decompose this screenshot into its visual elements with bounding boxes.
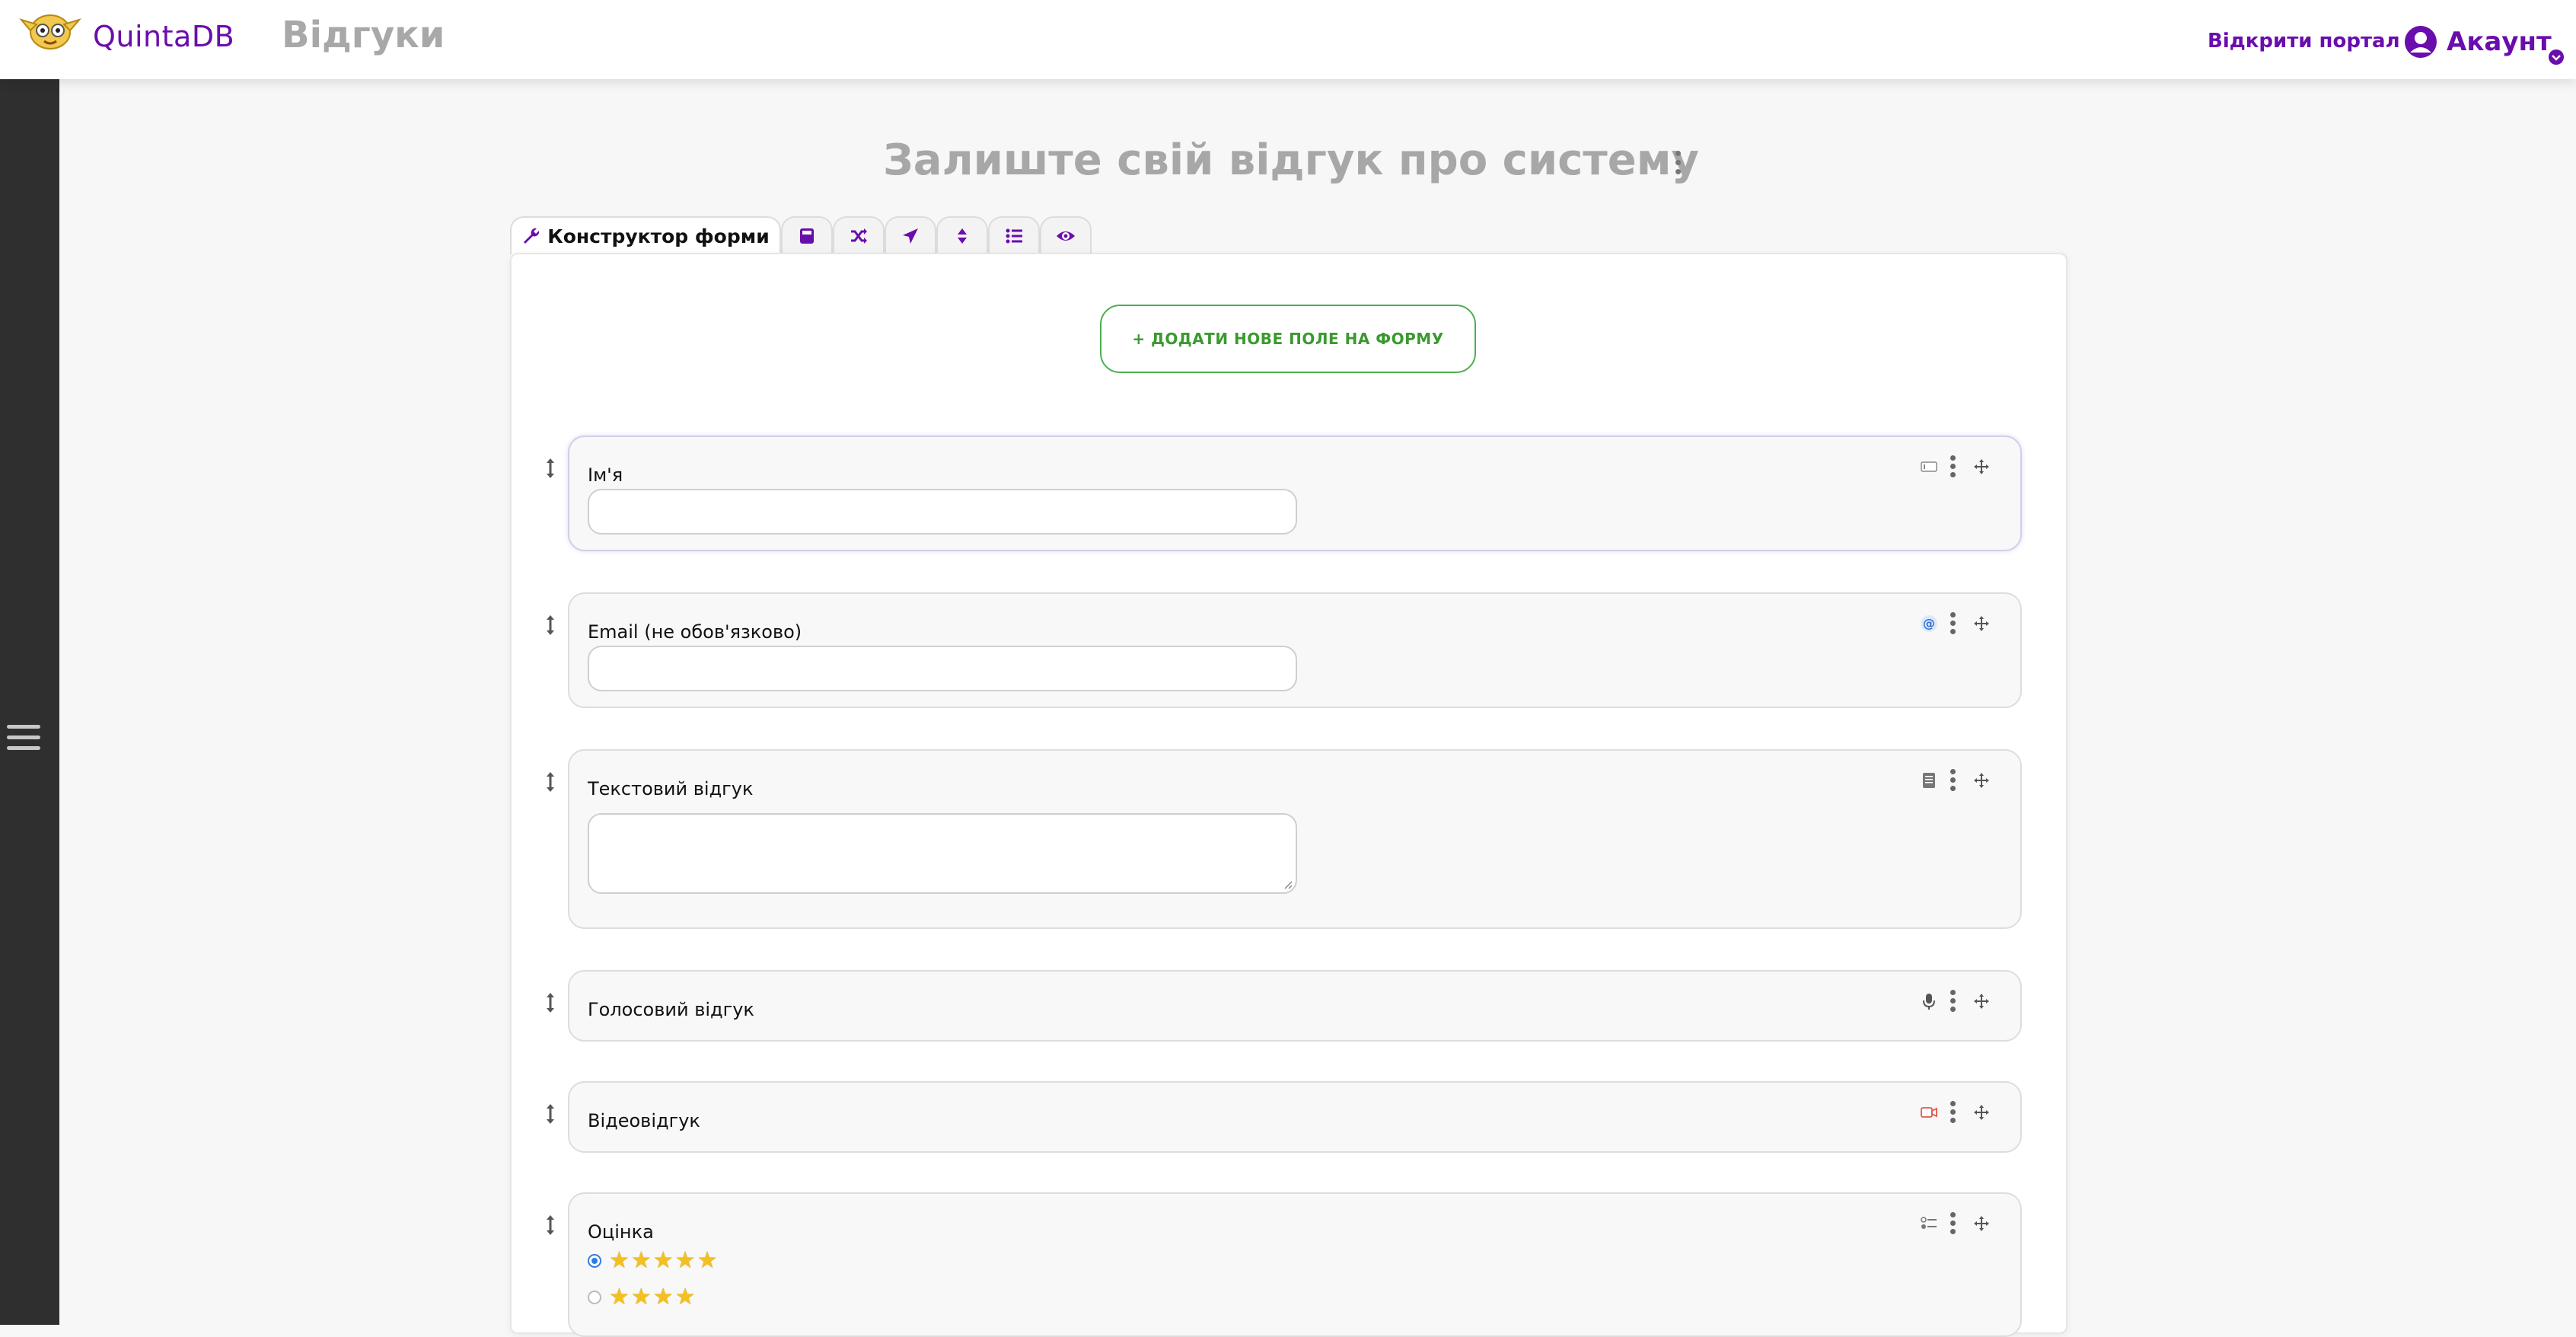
vertical-drag-handle-icon[interactable] [544, 991, 557, 1014]
field-kebab-menu-icon[interactable] [1949, 612, 1956, 635]
title-kebab-menu-icon[interactable] [1673, 151, 1682, 177]
field-label: Email (не обов'язково) [588, 621, 802, 643]
field-kebab-menu-icon[interactable] [1949, 455, 1956, 478]
rating-option[interactable]: ★★★★★ [588, 1247, 719, 1274]
field-kebab-menu-icon[interactable] [1949, 990, 1956, 1013]
video-icon [1921, 1107, 1937, 1118]
field-tools: @ [1920, 612, 1990, 635]
rating-option[interactable]: ★★★★ [588, 1284, 697, 1310]
radio-button[interactable] [588, 1253, 601, 1268]
account-menu[interactable]: Акаунт [2404, 24, 2552, 59]
form-field-voice-feedback[interactable]: Голосовий відгук [568, 970, 2022, 1042]
field-kebab-menu-icon[interactable] [1949, 769, 1956, 792]
move-icon[interactable] [1973, 772, 1990, 789]
field-tools [1920, 769, 1990, 792]
move-icon[interactable] [1973, 615, 1990, 632]
hamburger-menu-icon[interactable] [7, 725, 40, 755]
list-icon [1006, 228, 1022, 244]
form-field-text-feedback[interactable]: Текстовий відгук [568, 749, 2022, 929]
top-bar: QuintaDB Відгуки Відкрити портал Акаунт [0, 0, 2576, 79]
field-kebab-menu-icon[interactable] [1949, 1101, 1956, 1124]
user-circle-icon [2405, 26, 2437, 58]
tab-preview[interactable] [1040, 216, 1092, 254]
tab-actions[interactable] [833, 216, 885, 254]
field-tools [1920, 455, 1990, 478]
field-tools [1920, 990, 1990, 1013]
form-field-email[interactable]: Email (не обов'язково) @ [568, 592, 2022, 708]
tab-notifications[interactable] [885, 216, 936, 254]
text-field-icon [1921, 461, 1937, 472]
vertical-drag-handle-icon[interactable] [544, 614, 557, 637]
field-label: Відеовідгук [588, 1110, 700, 1131]
move-icon[interactable] [1973, 993, 1990, 1010]
svg-text:@: @ [1923, 616, 1935, 630]
vertical-drag-handle-icon[interactable] [544, 1214, 557, 1236]
account-label: Акаунт [2447, 27, 2552, 57]
radio-list-icon [1921, 1217, 1937, 1229]
field-label: Ім'я [588, 464, 623, 486]
tab-calculations[interactable] [781, 216, 833, 254]
vertical-drag-handle-icon[interactable] [544, 771, 557, 793]
move-icon[interactable] [1973, 1215, 1990, 1232]
sidebar [0, 79, 59, 1325]
quintadb-logo[interactable] [17, 8, 84, 55]
form-field-rating[interactable]: Оцінка ★★★★★ ★★★★ [568, 1192, 2022, 1337]
form-field-video-feedback[interactable]: Відеовідгук [568, 1081, 2022, 1153]
tab-list[interactable] [988, 216, 1040, 254]
field-label: Оцінка [588, 1221, 654, 1243]
resize-grip-icon[interactable] [1282, 879, 1293, 889]
eye-icon [1057, 231, 1075, 241]
five-star-rating-icon: ★★★★★ [609, 1247, 719, 1274]
move-icon[interactable] [1973, 458, 1990, 475]
wrench-icon [524, 228, 540, 244]
vertical-drag-handle-icon[interactable] [544, 1102, 557, 1125]
email-input[interactable] [588, 646, 1297, 691]
microphone-icon [1923, 994, 1935, 1010]
form-field-name[interactable]: Ім'я [568, 436, 2022, 551]
chevron-down-icon[interactable] [2548, 49, 2565, 65]
field-label: Голосовий відгук [588, 999, 754, 1020]
at-sign-icon: @ [1921, 615, 1937, 632]
move-icon[interactable] [1973, 1104, 1990, 1121]
textarea-icon [1923, 773, 1935, 788]
paper-plane-icon [903, 228, 918, 244]
tab-form-builder-label: Конструктор форми [547, 225, 770, 247]
open-portal-link[interactable]: Відкрити портал [2208, 30, 2400, 53]
page-title: Залиште свій відгук про систему [883, 136, 1700, 185]
vertical-drag-handle-icon[interactable] [544, 457, 557, 480]
four-star-rating-icon: ★★★★ [609, 1284, 697, 1310]
field-kebab-menu-icon[interactable] [1949, 1212, 1956, 1235]
radio-button[interactable] [588, 1290, 601, 1304]
text-feedback-textarea[interactable] [588, 813, 1297, 894]
app-title: Відгуки [282, 14, 445, 56]
tab-sorting[interactable] [936, 216, 988, 254]
name-input[interactable] [588, 489, 1297, 534]
field-tools [1920, 1212, 1990, 1235]
field-tools [1920, 1101, 1990, 1124]
field-label: Текстовий відгук [588, 778, 754, 799]
form-tabs: Конструктор форми [510, 216, 1092, 254]
brand-name[interactable]: QuintaDB [93, 20, 234, 53]
add-new-field-button[interactable]: + ДОДАТИ НОВЕ ПОЛЕ НА ФОРМУ [1100, 305, 1476, 373]
calculator-icon [800, 228, 814, 244]
shuffle-icon [851, 228, 867, 244]
tab-form-builder[interactable]: Конструктор форми [510, 216, 781, 254]
sort-icon [958, 228, 967, 244]
